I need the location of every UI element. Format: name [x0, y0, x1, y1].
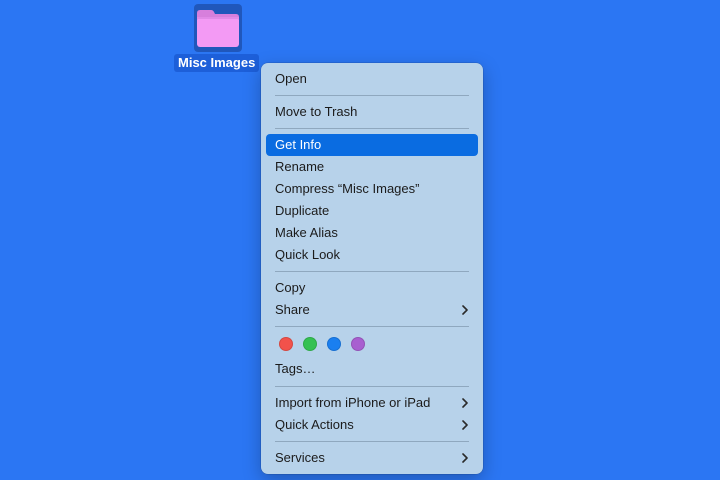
- menu-item-tags[interactable]: Tags…: [266, 358, 478, 380]
- menu-item-move-to-trash[interactable]: Move to Trash: [266, 101, 478, 123]
- menu-item-quick-actions-label: Quick Actions: [275, 417, 354, 432]
- menu-item-copy[interactable]: Copy: [266, 277, 478, 299]
- menu-item-share[interactable]: Share: [266, 299, 478, 321]
- menu-item-get-info[interactable]: Get Info: [266, 134, 478, 156]
- menu-item-open[interactable]: Open: [266, 68, 478, 90]
- menu-item-duplicate[interactable]: Duplicate: [266, 200, 478, 222]
- tag-blue-dot[interactable]: [327, 337, 341, 351]
- menu-separator: [275, 271, 469, 272]
- tag-purple-dot[interactable]: [351, 337, 365, 351]
- menu-item-import-from-iphone[interactable]: Import from iPhone or iPad: [266, 392, 478, 414]
- menu-separator: [275, 128, 469, 129]
- tag-red-dot[interactable]: [279, 337, 293, 351]
- menu-item-import-label: Import from iPhone or iPad: [275, 395, 431, 410]
- chevron-right-icon: [462, 453, 468, 463]
- menu-item-quick-actions[interactable]: Quick Actions: [266, 414, 478, 436]
- menu-item-services-label: Services: [275, 450, 325, 465]
- menu-item-rename[interactable]: Rename: [266, 156, 478, 178]
- menu-item-services[interactable]: Services: [266, 447, 478, 469]
- menu-item-quick-look[interactable]: Quick Look: [266, 244, 478, 266]
- menu-item-compress[interactable]: Compress “Misc Images”: [266, 178, 478, 200]
- tag-green-dot[interactable]: [303, 337, 317, 351]
- menu-separator: [275, 386, 469, 387]
- folder-name-label[interactable]: Misc Images: [174, 54, 260, 72]
- folder-icon: [197, 10, 239, 47]
- menu-item-make-alias[interactable]: Make Alias: [266, 222, 478, 244]
- chevron-right-icon: [462, 305, 468, 315]
- menu-separator: [275, 95, 469, 96]
- context-menu: Open Move to Trash Get Info Rename Compr…: [261, 63, 483, 474]
- chevron-right-icon: [462, 398, 468, 408]
- menu-item-share-label: Share: [275, 302, 310, 317]
- menu-separator: [275, 326, 469, 327]
- chevron-right-icon: [462, 420, 468, 430]
- folder-icon-container[interactable]: [194, 4, 242, 52]
- menu-separator: [275, 441, 469, 442]
